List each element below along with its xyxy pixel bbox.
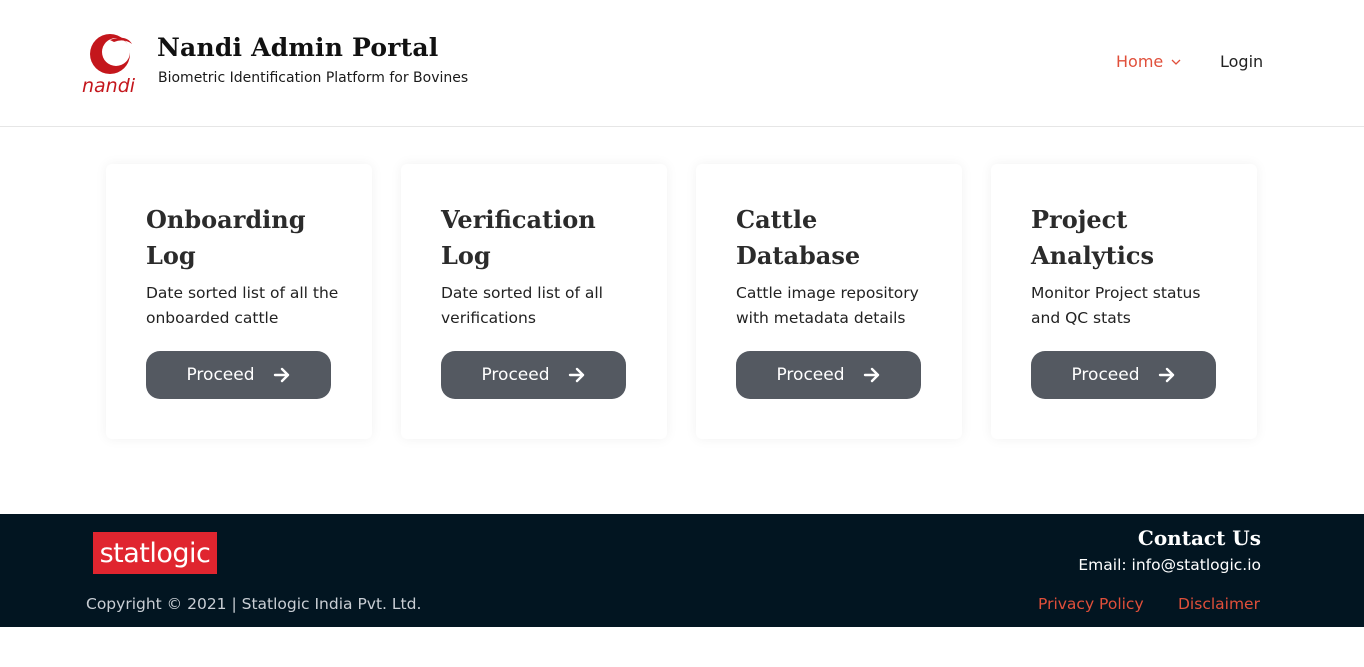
- card-title-line2: Log: [146, 241, 196, 270]
- proceed-button-project-analytics[interactable]: Proceed: [1031, 351, 1216, 399]
- card-title-line1: Onboarding: [146, 205, 306, 234]
- card-title: Project Analytics: [1031, 202, 1231, 274]
- site-footer: statlogic Copyright © 2021 | Statlogic I…: [0, 514, 1364, 627]
- card-onboarding-log: Onboarding Log Date sorted list of all t…: [106, 164, 372, 439]
- card-description: Cattle image repository with metadata de…: [736, 284, 919, 327]
- contact-email[interactable]: Email: info@statlogic.io: [1078, 556, 1261, 574]
- card-title-line2: Database: [736, 241, 861, 270]
- privacy-policy-link[interactable]: Privacy Policy: [1038, 595, 1144, 613]
- site-header: nandi Nandi Admin Portal Biometric Ident…: [0, 0, 1364, 127]
- card-title-line1: Verification: [441, 205, 596, 234]
- proceed-button-verification[interactable]: Proceed: [441, 351, 626, 399]
- nav-home[interactable]: Home: [1116, 52, 1181, 71]
- arrow-right-icon: [273, 367, 289, 383]
- card-verification-log: Verification Log Date sorted list of all…: [401, 164, 667, 439]
- copyright-text: Copyright © 2021 | Statlogic India Pvt. …: [86, 595, 422, 613]
- disclaimer-link[interactable]: Disclaimer: [1178, 595, 1260, 613]
- nav-home-label: Home: [1116, 52, 1164, 71]
- card-description: Monitor Project status and QC stats: [1031, 284, 1201, 327]
- proceed-button-label: Proceed: [481, 365, 550, 385]
- card-title-line2: Log: [441, 241, 491, 270]
- card-title-line2: Analytics: [1031, 241, 1155, 270]
- card-title: Verification Log: [441, 202, 641, 274]
- card-title: Onboarding Log: [146, 202, 346, 274]
- page-subtitle: Biometric Identification Platform for Bo…: [158, 70, 469, 86]
- proceed-button-cattle-database[interactable]: Proceed: [736, 351, 921, 399]
- statlogic-logo[interactable]: statlogic: [93, 532, 217, 574]
- proceed-button-label: Proceed: [1071, 365, 1140, 385]
- proceed-button-label: Proceed: [186, 365, 255, 385]
- proceed-button-onboarding[interactable]: Proceed: [146, 351, 331, 399]
- card-title: Cattle Database: [736, 202, 936, 274]
- card-description: Date sorted list of all the onboarded ca…: [146, 284, 339, 327]
- arrow-right-icon: [863, 367, 879, 383]
- logo-wordmark: nandi: [82, 75, 136, 96]
- nandi-logo-icon[interactable]: nandi: [80, 30, 142, 96]
- contact-title: Contact Us: [1137, 526, 1261, 550]
- nav-login[interactable]: Login: [1220, 52, 1263, 71]
- card-cattle-database: Cattle Database Cattle image repository …: [696, 164, 962, 439]
- arrow-right-icon: [568, 367, 584, 383]
- page-title: Nandi Admin Portal: [157, 33, 439, 62]
- proceed-button-label: Proceed: [776, 365, 845, 385]
- card-title-line1: Project: [1031, 205, 1128, 234]
- chevron-down-icon: [1171, 59, 1181, 65]
- card-title-line1: Cattle: [736, 205, 818, 234]
- card-project-analytics: Project Analytics Monitor Project status…: [991, 164, 1257, 439]
- card-description: Date sorted list of all verifications: [441, 284, 603, 327]
- arrow-right-icon: [1158, 367, 1174, 383]
